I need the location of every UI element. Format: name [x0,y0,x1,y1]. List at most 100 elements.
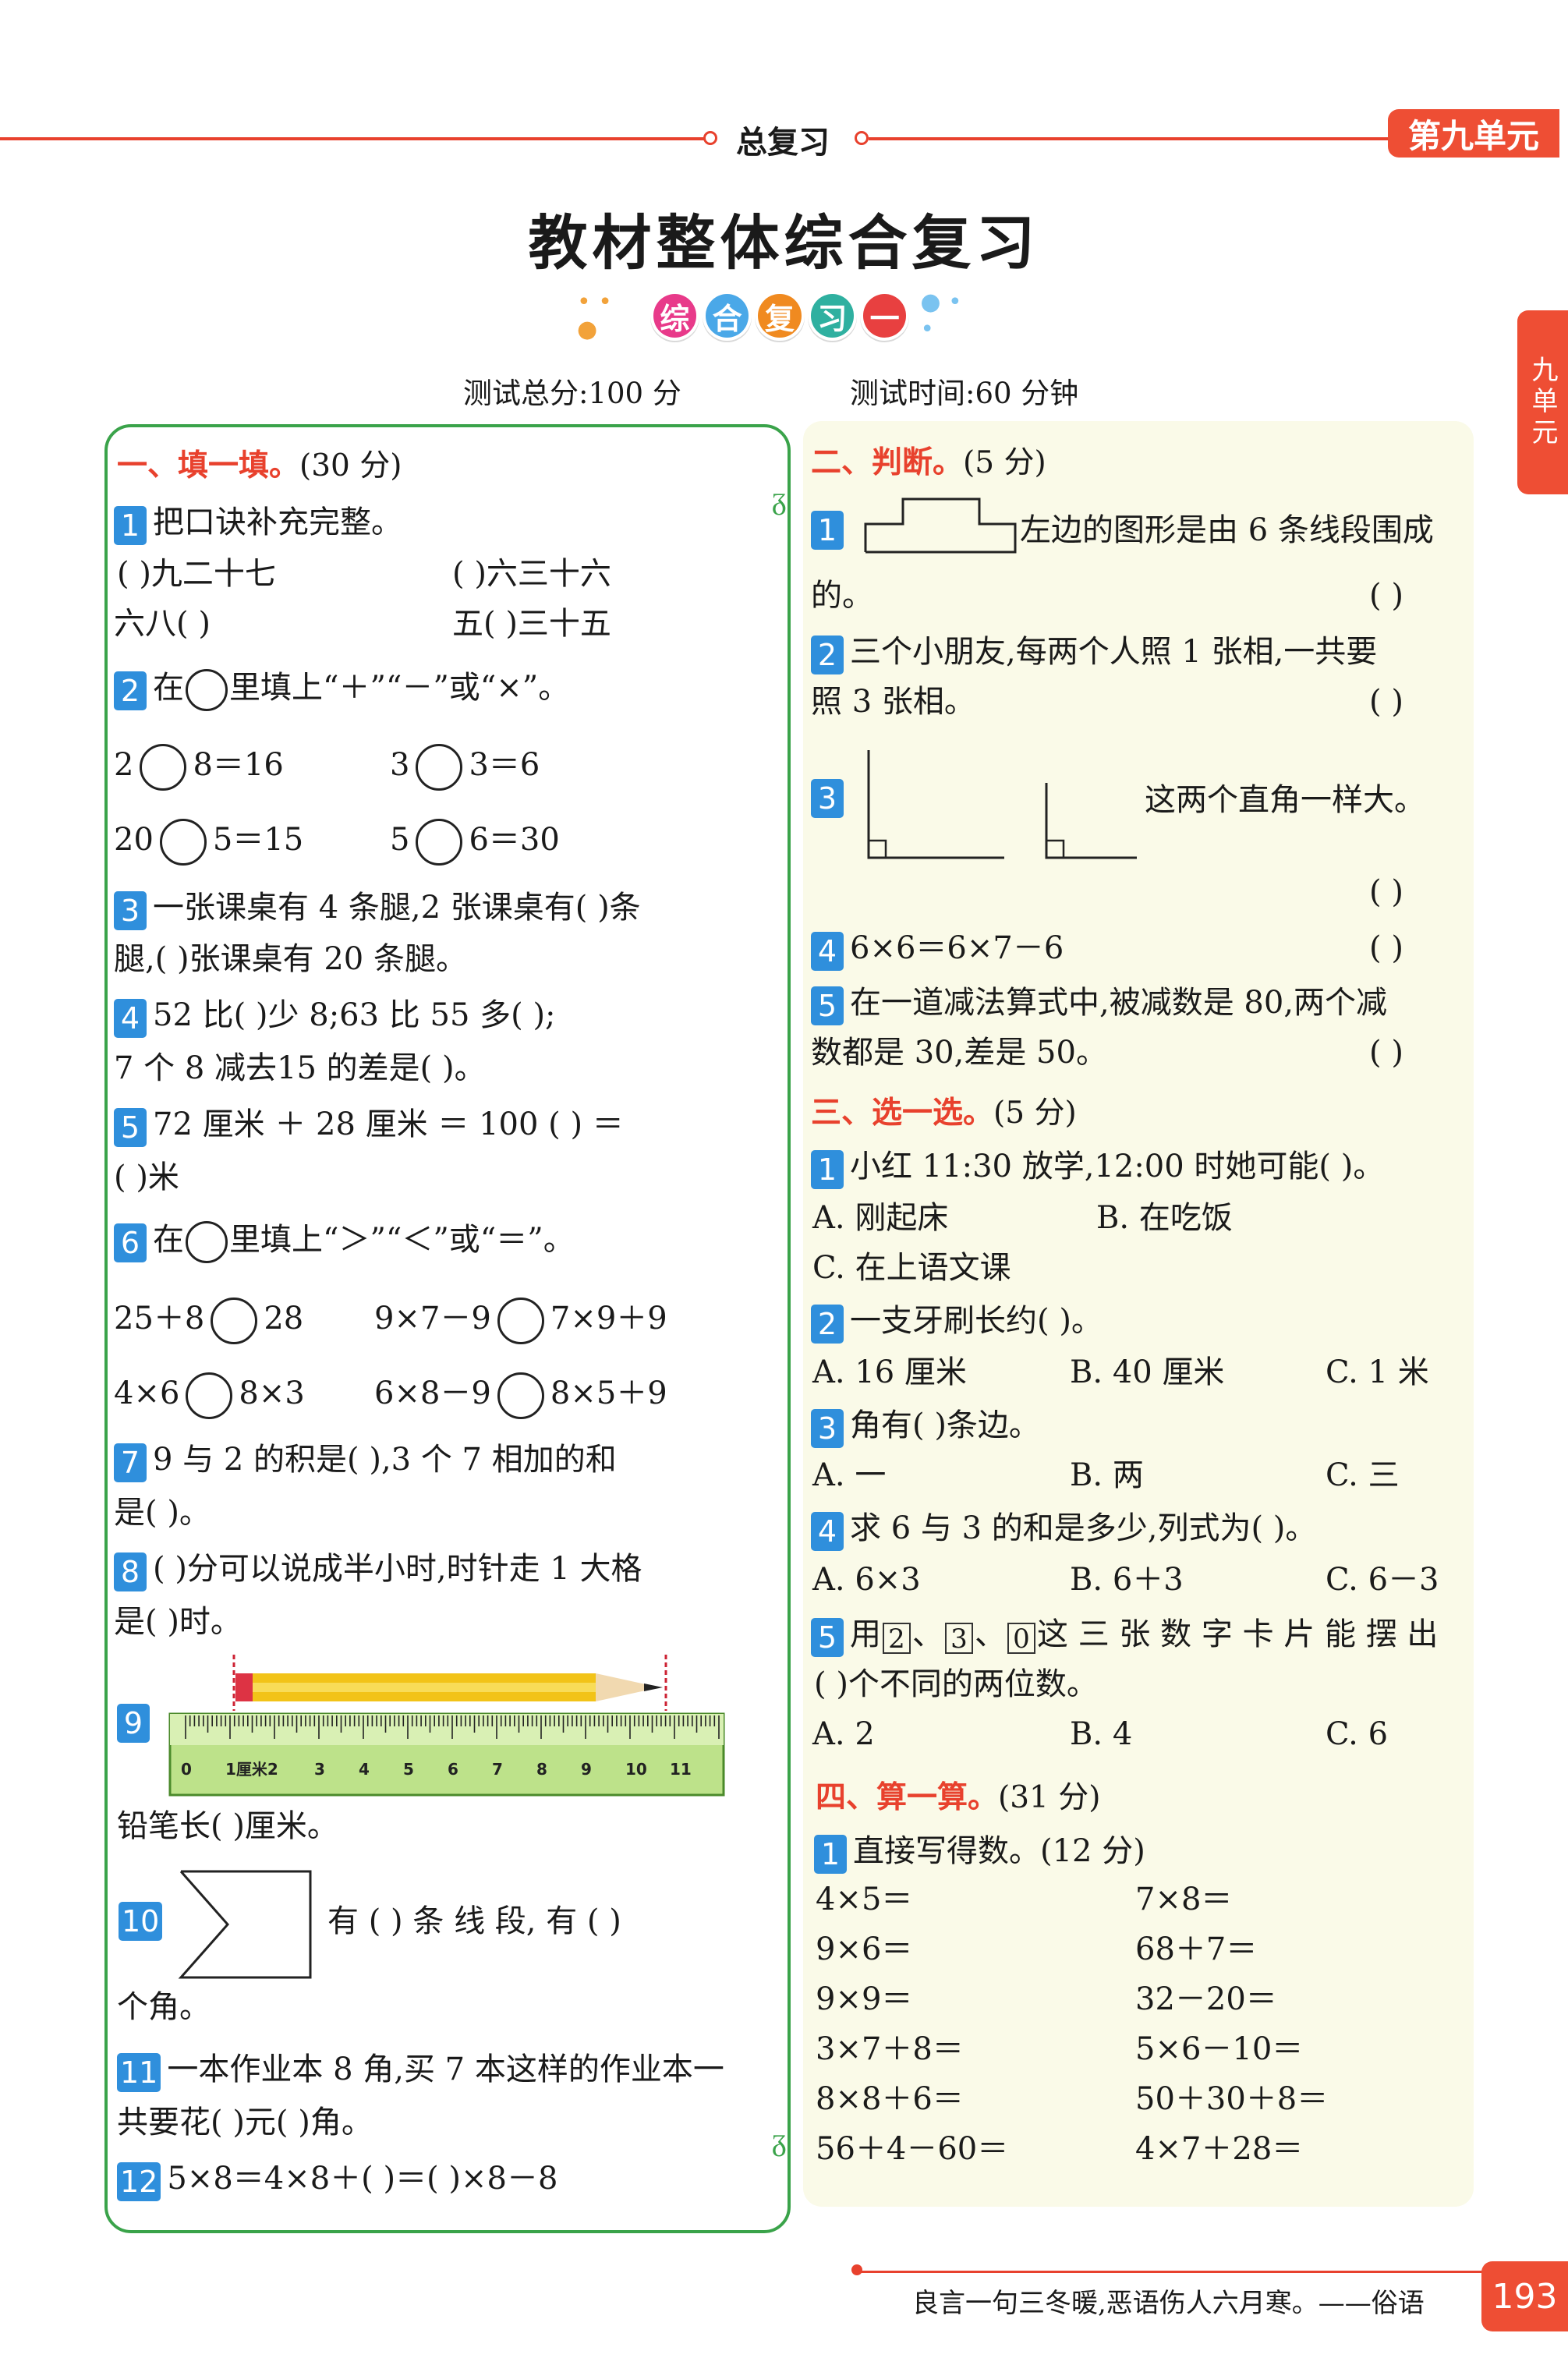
answer-circle[interactable] [497,1372,544,1419]
q6-item-d: 6×8－9 8×5＋9 [374,1372,667,1419]
q6-prompt: 6 在 里填上“＞”“＜”或“＝”。 [114,1221,575,1263]
q2-prompt: 2 在 里填上“＋”“－”或“×”。 [114,669,569,711]
section-judge: 二、判断。(5 分) [811,438,1046,482]
j3-number-wrap: 3 [811,777,850,818]
q7-line1: 79 与 2 的积是( ),3 个 7 相加的和 [114,1441,617,1482]
c1-text: 小红 11:30 放学,12:00 时她可能( )。 [850,1149,1385,1184]
q6-item-c: 4×6 8×3 [114,1372,305,1419]
q2-d-left: 5 [390,822,410,858]
c5-option-b[interactable]: B. 4 [1070,1715,1132,1753]
j2-line2: 照 3 张相。 [811,684,975,720]
c1-option-c[interactable]: C. 在上语文课 [812,1249,1011,1287]
c1-number: 1 [811,1150,844,1189]
q1-line2b: 五( )三十五 [452,606,611,642]
j1-line1: 左边的图形是由 6 条线段围成 [1020,512,1434,548]
c4-option-b[interactable]: B. 6＋3 [1070,1561,1184,1598]
q5-text1: 72 厘米 ＋ 28 厘米 ＝ 100 ( ) ＝ [153,1106,624,1142]
q2-c-left: 20 [114,822,154,858]
q12-line1: 12 5×8＝4×8＋( )＝( )×8－8 [117,2160,557,2201]
digit-card: 3 [945,1623,973,1654]
calc-4b: 50＋30＋8＝ [1135,2081,1329,2117]
answer-circle[interactable] [497,1298,544,1344]
subtitle-char: 合 [703,291,752,341]
q6-number: 6 [114,1223,147,1262]
q5-line2: ( )米 [114,1159,179,1195]
c3-number: 3 [811,1409,844,1448]
blank-circle [186,669,228,711]
calc-0b: 7×8＝ [1135,1882,1233,1917]
q3-number: 3 [114,891,147,930]
calc-1b: 68＋7＝ [1135,1931,1258,1967]
q5-line1: 5 72 厘米 ＋ 28 厘米 ＝ 100 ( ) ＝ [114,1106,624,1147]
j1-paren[interactable]: ( ) [1369,577,1403,614]
q9-answer: 铅笔长( )厘米。 [117,1808,338,1844]
ruler-pencil-figure: 0 1厘米2 3 4 5 6 7 8 9 10 11 [168,1655,725,1797]
q1-text: 把口诀补充完整。 [153,505,402,540]
c1-option-a[interactable]: A. 刚起床 [812,1199,948,1237]
q2-item-d: 5 6＝30 [390,819,560,866]
q4-line2: 7 个 8 减去15 的差是( )。 [114,1050,486,1086]
k1-text: 直接写得数。(12 分) [853,1833,1145,1869]
subtitle-char: 一 [859,291,910,341]
c2-option-b[interactable]: B. 40 厘米 [1070,1354,1224,1391]
j5-line2: 数都是 30,差是 50。 [811,1035,1107,1071]
q2-item-b: 3 3＝6 [390,744,540,791]
c2-option-c[interactable]: C. 1 米 [1326,1354,1429,1391]
q6-post: 里填上“＞”“＜”或“＝”。 [229,1222,575,1258]
q6-d-left: 6×8－9 [374,1375,491,1411]
c3-option-c[interactable]: C. 三 [1326,1457,1400,1494]
ruler-label: 11 [670,1760,692,1779]
c5-option-c[interactable]: C. 6 [1326,1715,1388,1753]
section-calc-points: (31 分) [998,1780,1101,1815]
q6-c-left: 4×6 [114,1375,180,1411]
c4-option-c[interactable]: C. 6－3 [1326,1561,1439,1598]
ruler-label: 5 [403,1760,414,1779]
c4-option-a[interactable]: A. 6×3 [812,1561,921,1598]
j4-paren[interactable]: ( ) [1369,929,1403,967]
c5-number: 5 [811,1618,844,1657]
answer-circle[interactable] [186,1372,233,1419]
q9-number: 9 [117,1704,150,1743]
answer-circle[interactable] [211,1298,258,1344]
c3-option-a[interactable]: A. 一 [812,1457,886,1494]
c1-option-b[interactable]: B. 在吃饭 [1096,1199,1233,1237]
q10-line2: 个角。 [117,1989,211,2025]
subtitle-banner: • • ● 综 合 复 习 一 ● • • [577,285,982,347]
calc-3b: 5×6－10＝ [1135,2031,1304,2067]
k1-prompt: 1 直接写得数。(12 分) [814,1832,1145,1874]
c3-text: 角有( )条边。 [850,1407,1040,1443]
q10-number: 10 [119,1902,163,1941]
c5-option-a[interactable]: A. 2 [812,1715,875,1753]
j5-number: 5 [811,986,844,1025]
j5-paren[interactable]: ( ) [1369,1034,1403,1071]
q1-line1a: ( )九二十七 [117,556,276,592]
q2-c-right: 5＝15 [212,822,304,858]
j3-paren[interactable]: ( ) [1369,873,1403,911]
q10-line1: 有 ( ) 条 线 段, 有 ( ) [327,1903,621,1939]
header-rule-dot-left [703,131,717,145]
q6-item-a: 25＋8 28 [114,1298,303,1344]
answer-circle[interactable] [416,819,463,866]
subtitle-char: 习 [807,291,857,341]
k1-number: 1 [814,1835,847,1874]
q2-item-c: 20 5＝15 [114,819,303,866]
ruler-label: 8 [536,1760,547,1779]
binder-ring-top: ᵹ [772,480,787,516]
ruler-label: 1厘米2 [225,1760,278,1779]
page-number: 193 [1481,2261,1568,2331]
c3-prompt: 3 角有( )条边。 [811,1407,1040,1448]
section-fill-heading: 一、填一填。 [117,448,300,483]
answer-circle[interactable] [140,744,187,791]
j1-number: 1 [811,511,844,550]
q2-d-right: 6＝30 [469,822,560,858]
q7-line2: 是( )。 [114,1495,211,1531]
c2-number: 2 [811,1305,844,1344]
j2-paren[interactable]: ( ) [1369,683,1403,720]
c3-option-b[interactable]: B. 两 [1070,1457,1144,1494]
answer-circle[interactable] [159,819,207,866]
q4-text1: 52 比( )少 8;63 比 55 多( ); [153,997,556,1033]
answer-circle[interactable] [416,744,463,791]
c2-option-a[interactable]: A. 16 厘米 [812,1354,967,1391]
q2-number: 2 [114,671,147,710]
pencil-icon [235,1673,663,1701]
